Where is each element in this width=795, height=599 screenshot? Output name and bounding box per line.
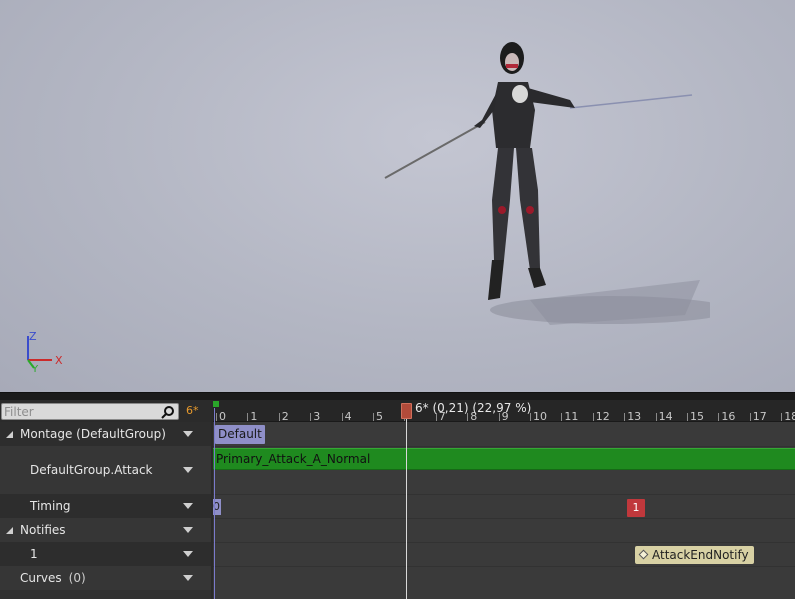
- ruler-tick: [310, 413, 312, 421]
- ruler-tick-label: 3: [313, 410, 321, 423]
- dropdown-arrow-icon[interactable]: [183, 575, 193, 581]
- animation-viewport[interactable]: Z X Y: [0, 0, 795, 392]
- ruler-tick-label: 10: [533, 410, 547, 423]
- filter-input[interactable]: [2, 404, 160, 419]
- track-label: Notifies: [20, 523, 66, 537]
- filter-box: [1, 403, 179, 420]
- ruler-tick-label: 16: [721, 410, 736, 423]
- track-notify-1[interactable]: 1: [0, 542, 211, 566]
- ruler-tick: [592, 413, 594, 421]
- ruler-tick-label: 18: [784, 410, 795, 423]
- ruler-tick-label: 12: [595, 410, 610, 423]
- ruler-tick: [341, 413, 343, 421]
- axis-label-z: Z: [29, 330, 37, 343]
- axis-gizmo: Z X Y: [27, 330, 63, 374]
- ruler-tick-label: 17: [752, 410, 767, 423]
- track-label: Curves: [20, 571, 62, 585]
- start-line: [214, 408, 215, 599]
- row-divider: [213, 494, 795, 495]
- row-divider: [213, 566, 795, 567]
- panel-splitter[interactable]: [0, 392, 795, 400]
- notify-attack-end[interactable]: AttackEndNotify: [635, 546, 754, 564]
- ruler-tick: [561, 413, 563, 421]
- expand-arrow-icon[interactable]: [4, 428, 16, 440]
- character-model: [384, 42, 710, 325]
- ruler-tick: [624, 413, 626, 421]
- dropdown-arrow-icon[interactable]: [183, 431, 193, 437]
- ruler-tick: [655, 413, 657, 421]
- track-notifies[interactable]: Notifies: [0, 518, 211, 542]
- current-frame-label: 6*: [186, 404, 199, 417]
- notify-label: AttackEndNotify: [652, 548, 749, 562]
- row-divider: [213, 446, 795, 447]
- ruler-tick-label: 13: [627, 410, 642, 423]
- track-label: Montage (DefaultGroup): [20, 427, 166, 441]
- filter-row: 6*: [0, 400, 211, 422]
- ruler-tick: [749, 413, 751, 421]
- anim-segment[interactable]: Primary_Attack_A_Normal: [213, 448, 795, 470]
- ruler-tick: [373, 413, 374, 421]
- ruler-tick: [781, 413, 783, 421]
- timeline-panel[interactable]: 0123456789101112131415161718 Default Pri…: [213, 400, 795, 599]
- track-timing[interactable]: Timing: [0, 494, 211, 518]
- ruler-tick-label: 4: [344, 410, 352, 423]
- montage-section-default[interactable]: Default: [215, 425, 265, 444]
- ruler-tick: [718, 413, 720, 421]
- expand-arrow-icon[interactable]: [4, 524, 16, 536]
- ruler-tick-label: 15: [690, 410, 704, 423]
- track-list-panel: 6* Montage (DefaultGroup) DefaultGroup.A…: [0, 400, 211, 599]
- ruler-tick-label: 2: [281, 410, 289, 423]
- dropdown-arrow-icon[interactable]: [183, 503, 193, 509]
- track-label: DefaultGroup.Attack: [30, 463, 153, 477]
- track-curves[interactable]: Curves (0): [0, 566, 211, 590]
- row-divider: [213, 542, 795, 543]
- playhead-label: 6* (0,21) (22,97 %): [415, 401, 532, 415]
- start-flag-icon: [213, 401, 219, 407]
- track-slot[interactable]: DefaultGroup.Attack: [0, 446, 211, 494]
- axis-label-y: Y: [31, 364, 39, 374]
- row-divider: [213, 518, 795, 519]
- ruler-tick-label: 11: [564, 410, 579, 423]
- curves-count: (0): [68, 571, 86, 585]
- ruler-tick: [247, 413, 249, 421]
- track-label: Timing: [30, 499, 71, 513]
- axis-label-x: X: [55, 354, 63, 367]
- dropdown-arrow-icon[interactable]: [183, 527, 193, 533]
- notify-diamond-icon: [638, 549, 649, 560]
- ruler-tick: [687, 413, 688, 421]
- ruler-tick: [278, 413, 280, 421]
- dropdown-arrow-icon[interactable]: [183, 467, 193, 473]
- ruler-tick-label: 5: [376, 410, 383, 423]
- ruler-tick-label: 14: [658, 410, 673, 423]
- track-montage[interactable]: Montage (DefaultGroup): [0, 422, 211, 446]
- timing-marker[interactable]: 1: [627, 499, 645, 517]
- track-label: 1: [30, 547, 38, 561]
- ruler-tick-label: 0: [219, 410, 226, 423]
- playhead-handle[interactable]: [401, 403, 412, 419]
- search-icon[interactable]: [161, 405, 175, 419]
- ruler-tick-label: 1: [250, 410, 258, 423]
- dropdown-arrow-icon[interactable]: [183, 551, 193, 557]
- playhead-line[interactable]: [406, 408, 407, 599]
- ruler-tick: [216, 413, 217, 421]
